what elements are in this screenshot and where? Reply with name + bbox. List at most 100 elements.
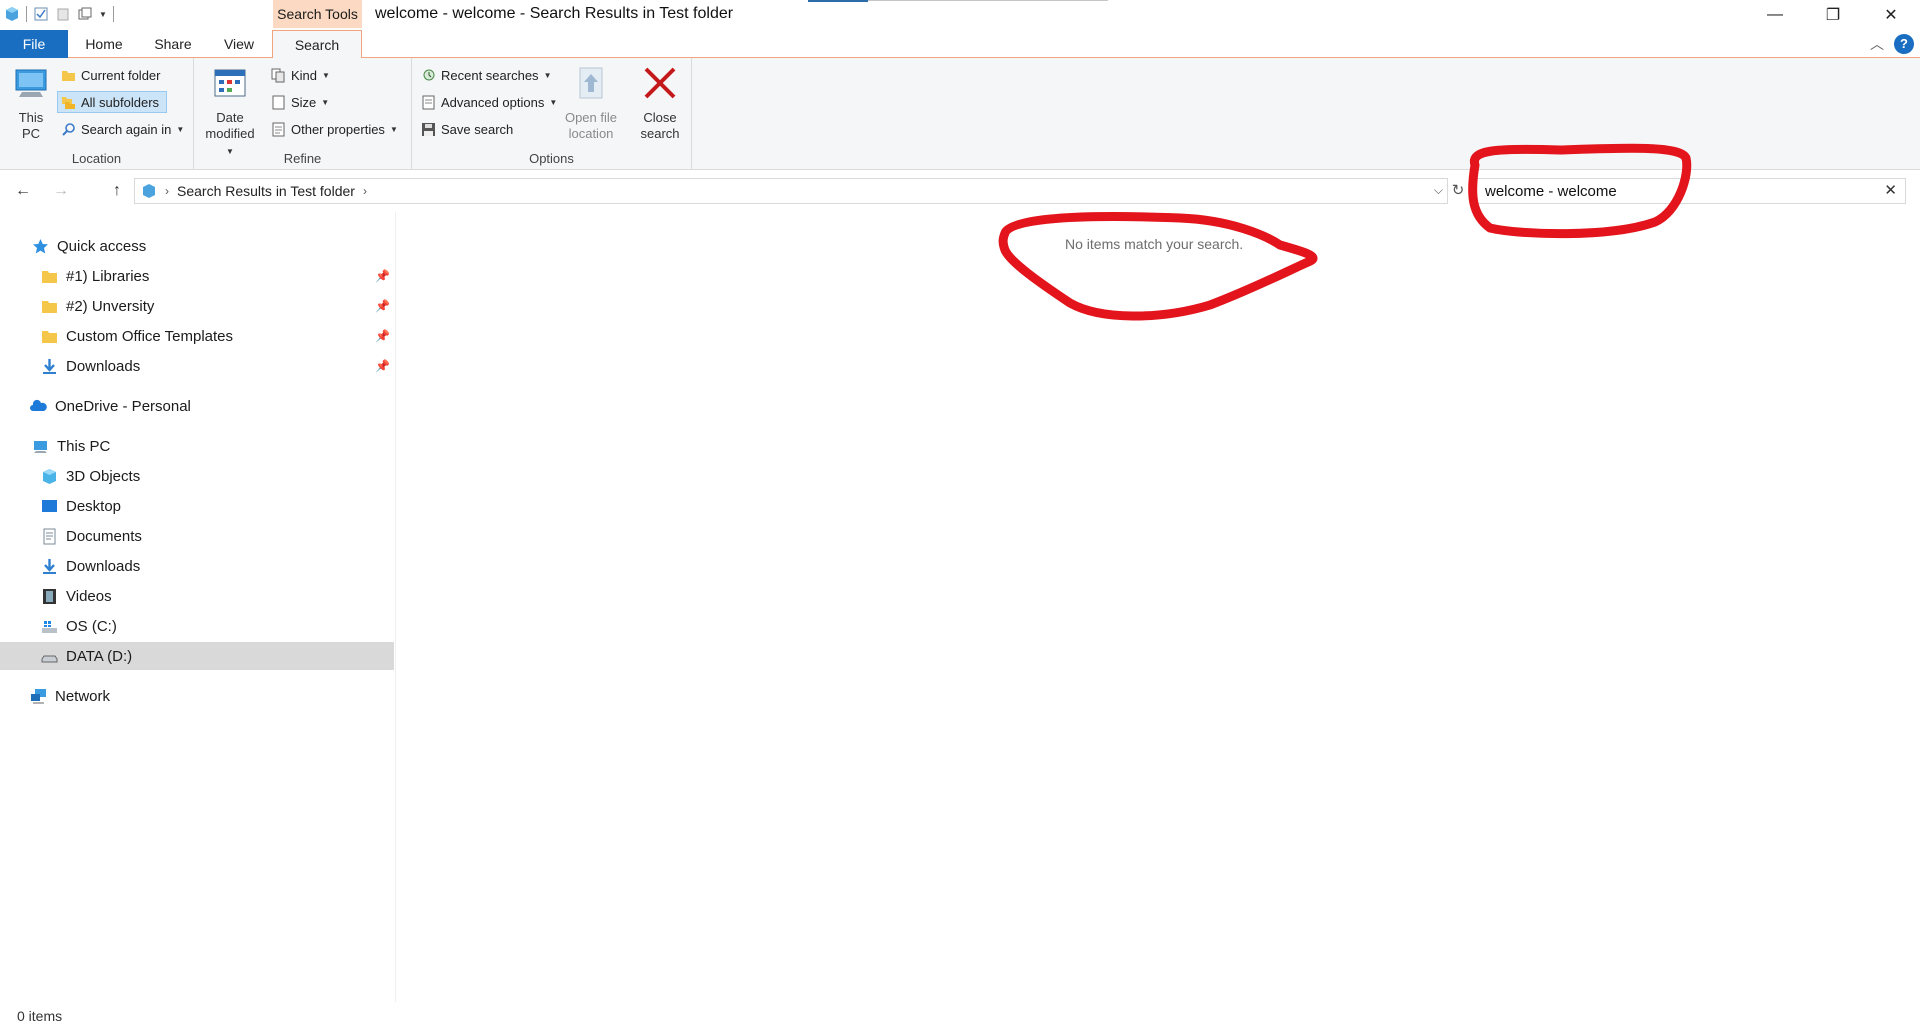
address-dropdown-icon[interactable]: ⌵ bbox=[1434, 183, 1443, 198]
nav-item-unversity[interactable]: #2) Unversity 📌 bbox=[0, 292, 394, 320]
size-button[interactable]: Size ▼ bbox=[268, 91, 332, 113]
tab-file[interactable]: File bbox=[0, 30, 68, 58]
nav-onedrive[interactable]: OneDrive - Personal bbox=[0, 392, 394, 420]
pin-icon: 📌 bbox=[375, 359, 390, 373]
kind-label: Kind bbox=[291, 67, 318, 83]
nav-quick-access[interactable]: Quick access bbox=[0, 232, 394, 260]
nav-item-downloads-pinned[interactable]: Downloads 📌 bbox=[0, 352, 394, 380]
this-pc-button[interactable]: This PC bbox=[8, 64, 54, 142]
subfolders-icon bbox=[62, 96, 75, 109]
search-again-in-label: Search again in bbox=[81, 121, 172, 137]
computer-icon bbox=[15, 69, 47, 97]
qat-customize-icon[interactable] bbox=[77, 6, 93, 22]
recent-searches-label: Recent searches bbox=[441, 67, 539, 83]
new-folder-icon[interactable] bbox=[55, 6, 71, 22]
open-file-location-icon bbox=[579, 67, 603, 99]
open-file-location-line2: location bbox=[568, 126, 614, 141]
nav-item-documents[interactable]: Documents bbox=[0, 522, 394, 550]
advanced-options-button[interactable]: Advanced options ▼ bbox=[418, 91, 560, 113]
save-search-button[interactable]: Save search bbox=[418, 118, 516, 140]
size-label: Size bbox=[291, 94, 317, 110]
nav-item-videos[interactable]: Videos bbox=[0, 582, 394, 610]
recent-searches-button[interactable]: Recent searches ▼ bbox=[418, 64, 554, 86]
breadcrumb-search-results[interactable]: Search Results in Test folder bbox=[177, 183, 355, 199]
location-group: This PC Current folder All subfolders Se… bbox=[0, 58, 194, 170]
pin-icon: 📌 bbox=[375, 299, 390, 313]
close-search-button[interactable]: Close search bbox=[632, 64, 688, 142]
date-modified-line2: modified bbox=[205, 126, 255, 141]
back-arrow-icon[interactable]: ← bbox=[12, 180, 34, 202]
kind-icon bbox=[271, 68, 285, 82]
folder-icon bbox=[42, 300, 57, 313]
qat-dropdown-icon[interactable]: ▼ bbox=[99, 10, 107, 19]
window-controls: — ❐ ✕ bbox=[1746, 0, 1920, 30]
help-icon[interactable]: ? bbox=[1894, 34, 1914, 54]
tab-view[interactable]: View bbox=[210, 30, 268, 58]
breadcrumb-chevron-icon[interactable]: › bbox=[363, 184, 367, 198]
tab-search[interactable]: Search bbox=[272, 30, 362, 59]
nav-network-label: Network bbox=[55, 687, 111, 705]
pin-icon: 📌 bbox=[375, 269, 390, 283]
calendar-icon bbox=[214, 69, 246, 97]
refine-group: Date modified ▼ Kind ▼ Size ▼ Other prop… bbox=[194, 58, 412, 170]
address-bar[interactable]: › Search Results in Test folder › ⌵ bbox=[134, 178, 1448, 204]
nav-item-label: Desktop bbox=[66, 497, 122, 515]
recent-searches-icon bbox=[423, 69, 435, 80]
this-pc-line2: PC bbox=[21, 126, 41, 141]
desktop-icon bbox=[42, 499, 57, 512]
all-subfolders-button[interactable]: All subfolders bbox=[57, 91, 167, 113]
maximize-button[interactable]: ❐ bbox=[1804, 0, 1862, 30]
search-tools-context-label: Search Tools bbox=[273, 0, 362, 28]
search-again-icon bbox=[62, 122, 75, 136]
clear-search-icon[interactable]: ✕ bbox=[1884, 181, 1897, 199]
refresh-icon[interactable]: ↻ bbox=[1448, 178, 1468, 204]
search-again-in-button[interactable]: Search again in ▼ bbox=[58, 118, 187, 140]
star-icon bbox=[33, 238, 48, 253]
nav-item-desktop[interactable]: Desktop bbox=[0, 492, 394, 520]
film-icon bbox=[43, 588, 56, 604]
breadcrumb-chevron-icon[interactable]: › bbox=[165, 184, 169, 198]
folder-icon bbox=[62, 70, 75, 81]
open-file-location-button[interactable]: Open file location bbox=[558, 64, 624, 142]
nav-item-label: Videos bbox=[66, 587, 112, 605]
tab-share[interactable]: Share bbox=[142, 30, 204, 58]
item-count: 0 items bbox=[17, 1008, 63, 1024]
folder-icon bbox=[42, 330, 57, 343]
date-modified-button[interactable]: Date modified ▼ bbox=[200, 64, 260, 160]
search-box[interactable]: ✕ bbox=[1474, 178, 1906, 204]
nav-item-downloads[interactable]: Downloads bbox=[0, 552, 394, 580]
nav-item-label: #1) Libraries bbox=[66, 267, 150, 285]
nav-item-os-c[interactable]: OS (C:) bbox=[0, 612, 394, 640]
nav-network[interactable]: Network bbox=[0, 682, 394, 710]
size-icon bbox=[272, 95, 285, 109]
current-folder-label: Current folder bbox=[81, 67, 161, 83]
nav-item-libraries[interactable]: #1) Libraries 📌 bbox=[0, 262, 394, 290]
nav-item-custom-office-templates[interactable]: Custom Office Templates 📌 bbox=[0, 322, 394, 350]
cube-icon bbox=[43, 468, 56, 484]
nav-item-label: OS (C:) bbox=[66, 617, 117, 635]
search-input[interactable] bbox=[1485, 182, 1865, 200]
kind-button[interactable]: Kind ▼ bbox=[268, 64, 333, 86]
nav-item-label: Downloads bbox=[66, 357, 141, 375]
toolbar-separator bbox=[26, 6, 27, 22]
close-search-line2: search bbox=[640, 126, 680, 141]
nav-this-pc[interactable]: This PC bbox=[0, 432, 394, 460]
forward-arrow-icon[interactable]: → bbox=[50, 180, 72, 202]
other-properties-button[interactable]: Other properties ▼ bbox=[268, 118, 401, 140]
properties-icon[interactable] bbox=[33, 6, 49, 22]
minimize-button[interactable]: — bbox=[1746, 0, 1804, 30]
size-dropdown-icon: ▼ bbox=[321, 97, 330, 107]
save-icon bbox=[422, 122, 435, 136]
nav-item-3d-objects[interactable]: 3D Objects bbox=[0, 462, 394, 490]
close-window-button[interactable]: ✕ bbox=[1862, 0, 1920, 30]
pane-divider[interactable] bbox=[395, 212, 396, 1002]
location-group-label: Location bbox=[71, 151, 122, 166]
nav-item-data-d[interactable]: DATA (D:) bbox=[0, 642, 394, 670]
current-folder-button[interactable]: Current folder bbox=[58, 64, 163, 86]
collapse-ribbon-icon[interactable]: ︿ bbox=[1870, 34, 1884, 54]
tab-home[interactable]: Home bbox=[72, 30, 136, 58]
other-properties-icon bbox=[272, 122, 285, 136]
recent-searches-dropdown-icon: ▼ bbox=[543, 70, 552, 80]
up-arrow-icon[interactable]: ↑ bbox=[106, 180, 128, 202]
cloud-icon bbox=[30, 399, 47, 411]
